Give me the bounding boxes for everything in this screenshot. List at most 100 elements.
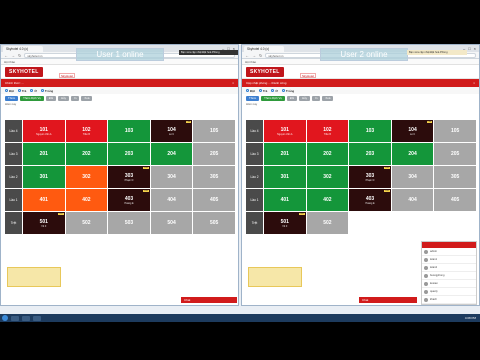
room-tile[interactable]: 303 Phạm D Chờ (349, 166, 391, 188)
room-tile[interactable]: 105 (434, 120, 476, 142)
room-tile[interactable]: 201 (264, 143, 306, 165)
room-tile[interactable]: 205 (434, 143, 476, 165)
chat-user-item[interactable]: khach (422, 296, 476, 304)
room-tile[interactable]: 505 (434, 212, 476, 234)
note-box[interactable] (7, 267, 61, 287)
chat-user-item[interactable]: letan1 (422, 256, 476, 264)
room-tile[interactable]: 305 (434, 166, 476, 188)
action-button[interactable]: Thêm (5, 95, 19, 101)
action-button[interactable]: Thêm (246, 95, 260, 101)
filter-checkout[interactable]: Trả (258, 89, 267, 93)
filter-vacant[interactable]: Trống (281, 89, 294, 93)
filter-occupied[interactable]: Ở (30, 89, 37, 93)
start-button[interactable] (2, 315, 8, 321)
close-icon[interactable]: × (473, 79, 475, 87)
close-icon[interactable]: × (232, 79, 234, 87)
back-icon[interactable]: ← (245, 53, 249, 58)
chat-button[interactable]: Chat (359, 297, 417, 303)
room-tile[interactable]: 501 Vũ F Chờ (264, 212, 306, 234)
room-tile[interactable]: 304 (150, 166, 193, 188)
room-tile[interactable]: 505 (193, 212, 235, 234)
close-icon[interactable]: × (474, 46, 476, 52)
room-tile[interactable]: 302 (65, 166, 108, 188)
action-button[interactable]: Thêm Dịch Vụ (20, 95, 44, 101)
action-button[interactable]: Hủy (58, 95, 70, 101)
action-button[interactable]: Đổi (286, 95, 298, 101)
room-tile[interactable]: 102 Trần B (65, 120, 108, 142)
note-box[interactable] (248, 267, 302, 287)
room-tile[interactable]: 104 Lê C Chờ (391, 120, 434, 142)
room-tile[interactable]: 403 Hoàng E Chờ (108, 189, 150, 211)
chat-user-item[interactable]: admin (422, 248, 476, 256)
filter-occupied[interactable]: Ở (271, 89, 278, 93)
filter-booked[interactable]: Đặt (5, 89, 14, 93)
room-tile[interactable]: 501 Vũ F Chờ (23, 212, 65, 234)
action-button[interactable]: Xoá (322, 95, 334, 101)
action-button[interactable]: Thêm Dịch Vụ (261, 95, 285, 101)
room-tile[interactable]: 405 (434, 189, 476, 211)
action-button[interactable]: In (312, 95, 321, 101)
action-button[interactable]: In (71, 95, 80, 101)
room-tile[interactable]: 203 (108, 143, 150, 165)
reload-icon[interactable]: ↻ (259, 53, 262, 58)
hotel-select-button[interactable]: SkyHotel (300, 73, 316, 78)
room-tile[interactable]: 503 (108, 212, 150, 234)
room-tile[interactable]: 404 (150, 189, 193, 211)
room-tile[interactable]: 502 (65, 212, 108, 234)
taskbar-app[interactable] (33, 315, 41, 321)
room-tile[interactable]: 405 (193, 189, 235, 211)
room-tile[interactable]: 202 (306, 143, 349, 165)
room-tile[interactable]: 105 (193, 120, 235, 142)
room-tile[interactable]: 303 Phạm D Chờ (108, 166, 150, 188)
room-tile[interactable]: 202 (65, 143, 108, 165)
room-tile[interactable]: 201 (23, 143, 65, 165)
filter-booked[interactable]: Đặt (246, 89, 255, 93)
browser-tab[interactable]: Skyhotel 4.0 (c) (244, 46, 284, 52)
room-tile[interactable]: 204 (150, 143, 193, 165)
chat-button[interactable]: Chat (181, 297, 237, 303)
room-tile[interactable]: 103 (349, 120, 391, 142)
filter-checkout[interactable]: Trả (17, 89, 26, 93)
room-tile[interactable]: 502 (306, 212, 349, 234)
room-tile[interactable]: 504 (150, 212, 193, 234)
room-tile[interactable]: 102 Trần B (306, 120, 349, 142)
room-tile[interactable]: 403 Hoàng E Chờ (349, 189, 391, 211)
room-tile[interactable]: 503 (349, 212, 391, 234)
room-tile[interactable]: 301 (264, 166, 306, 188)
chat-user-item[interactable]: buongphong (422, 272, 476, 280)
room-tile[interactable]: 101 Nguyễn Văn A (23, 120, 65, 142)
forward-icon[interactable]: → (11, 53, 15, 58)
browser-tab[interactable]: Skyhotel 4.0 (c) (3, 46, 43, 52)
room-tile[interactable]: 304 (391, 166, 434, 188)
chat-user-item[interactable]: ketoan (422, 280, 476, 288)
room-tile[interactable]: 204 (391, 143, 434, 165)
back-icon[interactable]: ← (4, 53, 8, 58)
room-tile[interactable]: 205 (193, 143, 235, 165)
room-tile[interactable]: 401 (264, 189, 306, 211)
action-button[interactable]: Đổi (45, 95, 57, 101)
filter-vacant[interactable]: Trống (40, 89, 53, 93)
taskbar-app[interactable] (22, 315, 30, 321)
forward-icon[interactable]: → (252, 53, 256, 58)
room-tile[interactable]: 302 (306, 166, 349, 188)
chat-user-item[interactable]: quanly (422, 288, 476, 296)
room-tile[interactable]: 404 (391, 189, 434, 211)
room-tile[interactable]: 402 (65, 189, 108, 211)
room-tile[interactable]: 301 (23, 166, 65, 188)
room-tile[interactable]: 203 (349, 143, 391, 165)
room-tile[interactable]: 104 Lê C Chờ (150, 120, 193, 142)
room-tile[interactable]: 402 (306, 189, 349, 211)
room-tile[interactable]: 401 (23, 189, 65, 211)
room-tile[interactable]: 305 (193, 166, 235, 188)
taskbar-clock: 4:08 PM (464, 316, 476, 320)
room-tile[interactable]: 103 (108, 120, 150, 142)
taskbar-app[interactable] (11, 315, 19, 321)
room-tile[interactable]: 504 (391, 212, 434, 234)
reload-icon[interactable]: ↻ (18, 53, 21, 58)
hotel-select-button[interactable]: SkyHotel (59, 73, 75, 78)
chat-user-item[interactable]: letan2 (422, 264, 476, 272)
action-button[interactable]: Hủy (299, 95, 311, 101)
room-tile[interactable]: 101 Nguyễn Văn A (264, 120, 306, 142)
action-button[interactable]: Xoá (81, 95, 93, 101)
maximize-icon[interactable]: □ (468, 46, 470, 52)
